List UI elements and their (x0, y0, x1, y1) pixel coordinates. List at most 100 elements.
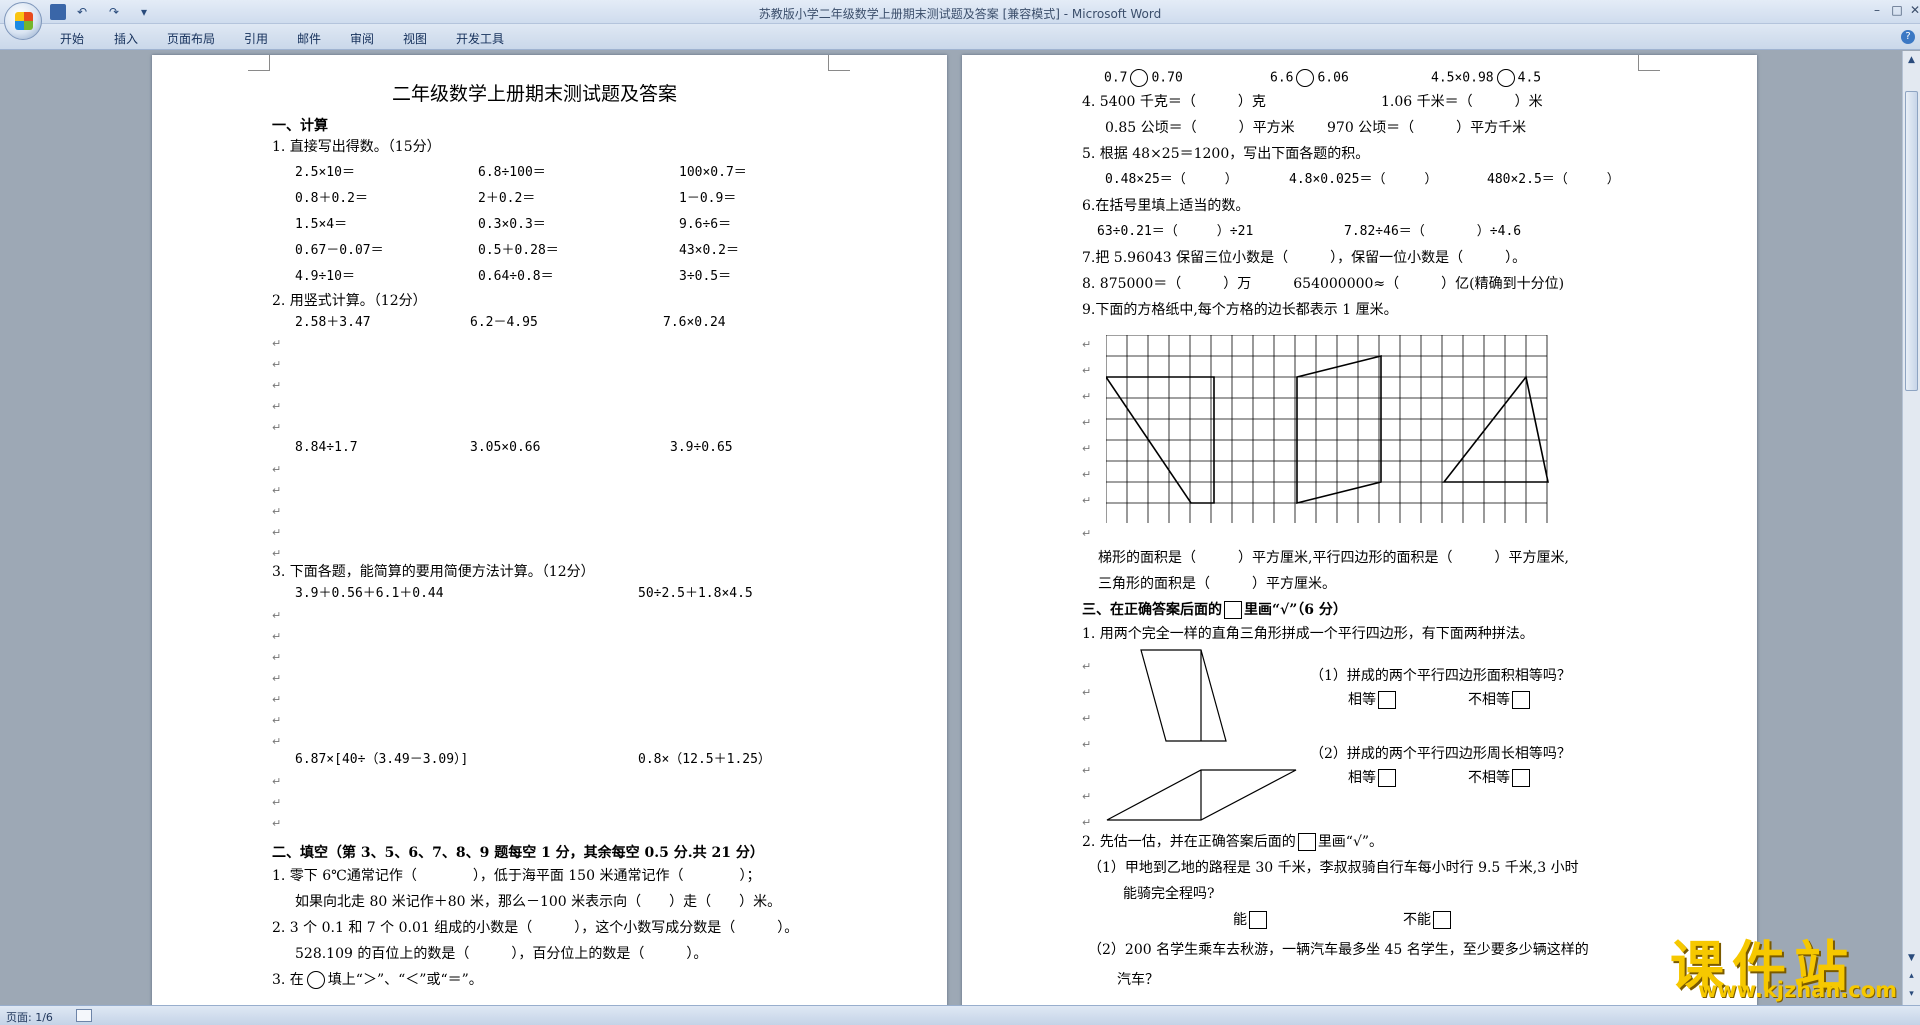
problem-text[interactable]: 0.8＋0.2＝ (295, 190, 368, 208)
tab-insert[interactable]: 插入 (114, 30, 138, 47)
compare-item[interactable]: 0.7 0.70 (1104, 69, 1183, 88)
problem-text[interactable]: 50÷2.5＋1.8×4.5 (638, 585, 753, 603)
checkbox-icon[interactable] (1378, 769, 1396, 787)
tab-view[interactable]: 视图 (403, 30, 427, 47)
answer-circle-icon (306, 971, 325, 989)
compare-item[interactable]: 4.5×0.98 4.5 (1431, 69, 1541, 88)
option-equal[interactable]: 相等 (1348, 769, 1398, 787)
problem-text[interactable]: 9.6÷6＝ (679, 216, 731, 234)
problem-text[interactable]: 100×0.7＝ (679, 164, 747, 182)
problem-text[interactable]: 4.9÷10＝ (295, 268, 355, 286)
question-2[interactable]: 2. 用竖式计算。（12分） (272, 292, 427, 310)
section-heading-1[interactable]: 一、计算 (272, 117, 328, 135)
checkbox-icon[interactable] (1512, 691, 1530, 709)
fill-question-5[interactable]: 5. 根据 48×25＝1200，写出下面各题的积。 (1082, 145, 1369, 163)
scroll-up-icon[interactable]: ▲ (1905, 53, 1918, 67)
problem-text[interactable]: 0.5＋0.28＝ (478, 242, 559, 260)
tick-question-2-part-1a[interactable]: （1）甲地到乙地的路程是 30 千米，李叔叔骑自行车每小时行 9.5 千米,3 … (1088, 859, 1579, 877)
problem-text[interactable]: 3.05×0.66 (470, 439, 540, 457)
problem-text[interactable]: 3.9÷0.65 (670, 439, 733, 457)
question-3[interactable]: 3. 下面各题，能简算的要用简便方法计算。（12分） (272, 563, 595, 581)
tick-question-1[interactable]: 1. 用两个完全一样的直角三角形拼成一个平行四边形，有下面两种拼法。 (1082, 625, 1534, 643)
page-2[interactable]: 0.7 0.70 6.6 6.06 4.5×0.98 4.5 4. 5400 千克＝（… (962, 55, 1757, 1005)
problem-text[interactable]: 7.6×0.24 (663, 314, 726, 332)
fill-question-7[interactable]: 7.把 5.96043 保留三位小数是（ ），保留一位小数是（ ）。 (1082, 249, 1526, 267)
problem-text[interactable]: 7.82÷46＝（ ）÷4.6 (1344, 223, 1521, 241)
proofing-icon[interactable] (76, 1009, 92, 1022)
tab-home[interactable]: 开始 (60, 30, 84, 47)
problem-text[interactable]: 6.8÷100＝ (478, 164, 546, 182)
section-heading-3[interactable]: 三、在正确答案后面的 里画“√”（6 分） (1082, 601, 1347, 619)
problem-text[interactable]: 3.9＋0.56＋6.1＋0.44 (295, 585, 444, 603)
problem-text[interactable]: 2.58＋3.47 (295, 314, 371, 332)
option-cannot[interactable]: 不能 (1403, 911, 1453, 929)
problem-text[interactable]: 1.5×4＝ (295, 216, 347, 234)
previous-page-icon[interactable]: ▴ (1905, 969, 1918, 983)
page-1[interactable]: 二年级数学上册期末测试题及答案 一、计算 1. 直接写出得数。（15分） 2.5… (152, 55, 947, 1005)
tick-question-2-part-2a[interactable]: （2）200 名学生乘车去秋游，一辆汽车最多坐 45 名学生，至少要多少辆这样的 (1088, 941, 1589, 959)
document-title[interactable]: 二年级数学上册期末测试题及答案 (392, 85, 677, 104)
compare-item[interactable]: 6.6 6.06 (1270, 69, 1349, 88)
office-button[interactable] (4, 2, 42, 40)
checkbox-icon[interactable] (1378, 691, 1396, 709)
fill-question-4c[interactable]: 0.85 公顷＝（ ）平方米 (1105, 119, 1295, 137)
problem-text[interactable]: 6.2－4.95 (470, 314, 538, 332)
fill-question-2a[interactable]: 2. 3 个 0.1 和 7 个 0.01 组成的小数是（ ），这个小数写成分数… (272, 919, 798, 937)
problem-text[interactable]: 8.84÷1.7 (295, 439, 358, 457)
option-can[interactable]: 能 (1233, 911, 1269, 929)
problem-text[interactable]: 480×2.5＝（ ） (1487, 171, 1620, 189)
tick-question-2[interactable]: 2. 先估一估，并在正确答案后面的 里画“√”。 (1082, 833, 1383, 851)
tab-developer[interactable]: 开发工具 (456, 30, 504, 47)
fill-question-4a[interactable]: 4. 5400 千克＝（ ）克 (1082, 93, 1266, 111)
fill-question-3[interactable]: 3. 在 填上“＞”、“＜”或“＝”。 (272, 971, 483, 989)
problem-text[interactable]: 2.5×10＝ (295, 164, 355, 182)
tab-mailings[interactable]: 邮件 (297, 30, 321, 47)
vertical-scrollbar[interactable]: ▲ ▼ ▴ ▾ (1902, 51, 1920, 1005)
checkbox-icon[interactable] (1512, 769, 1530, 787)
problem-text[interactable]: 0.64÷0.8＝ (478, 268, 554, 286)
fill-question-2b[interactable]: 528.109 的百位上的数是（ ），百分位上的数是（ ）。 (295, 945, 707, 963)
fill-question-1b[interactable]: 如果向北走 80 米记作＋80 米，那么－100 米表示向（ ）走（ ）米。 (295, 893, 781, 911)
area-answer-line-2[interactable]: 三角形的面积是（ ）平方厘米。 (1098, 575, 1336, 593)
next-page-icon[interactable]: ▾ (1905, 987, 1918, 1001)
problem-text[interactable]: 6.87×[40÷（3.49－3.09）] (295, 751, 468, 769)
problem-text[interactable]: 0.48×25＝（ ） (1105, 171, 1238, 189)
problem-text[interactable]: 2＋0.2＝ (478, 190, 535, 208)
help-icon[interactable]: ? (1901, 30, 1915, 44)
checkbox-icon[interactable] (1249, 911, 1267, 929)
tick-question-1-part-2[interactable]: （2）拼成的两个平行四边形周长相等吗？ (1310, 745, 1571, 763)
problem-text[interactable]: 1－0.9＝ (679, 190, 736, 208)
fill-question-1a[interactable]: 1. 零下 6℃通常记作（ ），低于海平面 150 米通常记作（ ）； (272, 867, 760, 885)
tick-question-2-part-2b[interactable]: 汽车？ (1117, 971, 1159, 989)
problem-text[interactable]: 3÷0.5＝ (679, 268, 731, 286)
question-1[interactable]: 1. 直接写出得数。（15分） (272, 138, 441, 156)
problem-text[interactable]: 43×0.2＝ (679, 242, 739, 260)
close-button[interactable]: ✕ (1904, 2, 1920, 18)
option-not-equal[interactable]: 不相等 (1468, 691, 1532, 709)
tab-review[interactable]: 审阅 (350, 30, 374, 47)
tick-question-1-part-1[interactable]: （1）拼成的两个平行四边形面积相等吗？ (1310, 667, 1571, 685)
scroll-thumb[interactable] (1905, 91, 1918, 391)
area-answer-line-1[interactable]: 梯形的面积是（ ）平方厘米,平行四边形的面积是（ ）平方厘米, (1098, 549, 1569, 567)
fill-question-8[interactable]: 8. 875000＝（ ）万 654000000≈（ ）亿(精确到十分位) (1082, 275, 1564, 293)
scroll-down-icon[interactable]: ▼ (1905, 951, 1918, 965)
problem-text[interactable]: 0.3×0.3＝ (478, 216, 546, 234)
tick-question-2-part-1b[interactable]: 能骑完全程吗? (1123, 885, 1215, 903)
option-not-equal[interactable]: 不相等 (1468, 769, 1532, 787)
minimize-button[interactable]: – (1866, 2, 1888, 18)
paragraph-mark: ↵ (272, 796, 282, 809)
problem-text[interactable]: 63÷0.21＝（ ）÷21 (1097, 223, 1253, 241)
problem-text[interactable]: 4.8×0.025＝（ ） (1289, 171, 1437, 189)
tab-references[interactable]: 引用 (244, 30, 268, 47)
fill-question-4d[interactable]: 970 公顷＝（ ）平方千米 (1327, 119, 1526, 137)
problem-text[interactable]: 0.67－0.07＝ (295, 242, 384, 260)
page-count-status[interactable]: 页面: 1/6 (6, 1009, 53, 1025)
fill-question-9[interactable]: 9.下面的方格纸中,每个方格的边长都表示 1 厘米。 (1082, 301, 1398, 319)
fill-question-4b[interactable]: 1.06 千米＝（ ）米 (1381, 93, 1543, 111)
checkbox-icon[interactable] (1433, 911, 1451, 929)
option-equal[interactable]: 相等 (1348, 691, 1398, 709)
fill-question-6[interactable]: 6.在括号里填上适当的数。 (1082, 197, 1249, 215)
tab-page-layout[interactable]: 页面布局 (167, 30, 215, 47)
section-heading-2[interactable]: 二、填空（第 3、5、6、7、8、9 题每空 1 分，其余每空 0.5 分.共 … (272, 844, 764, 862)
problem-text[interactable]: 0.8×（12.5＋1.25） (638, 751, 771, 769)
